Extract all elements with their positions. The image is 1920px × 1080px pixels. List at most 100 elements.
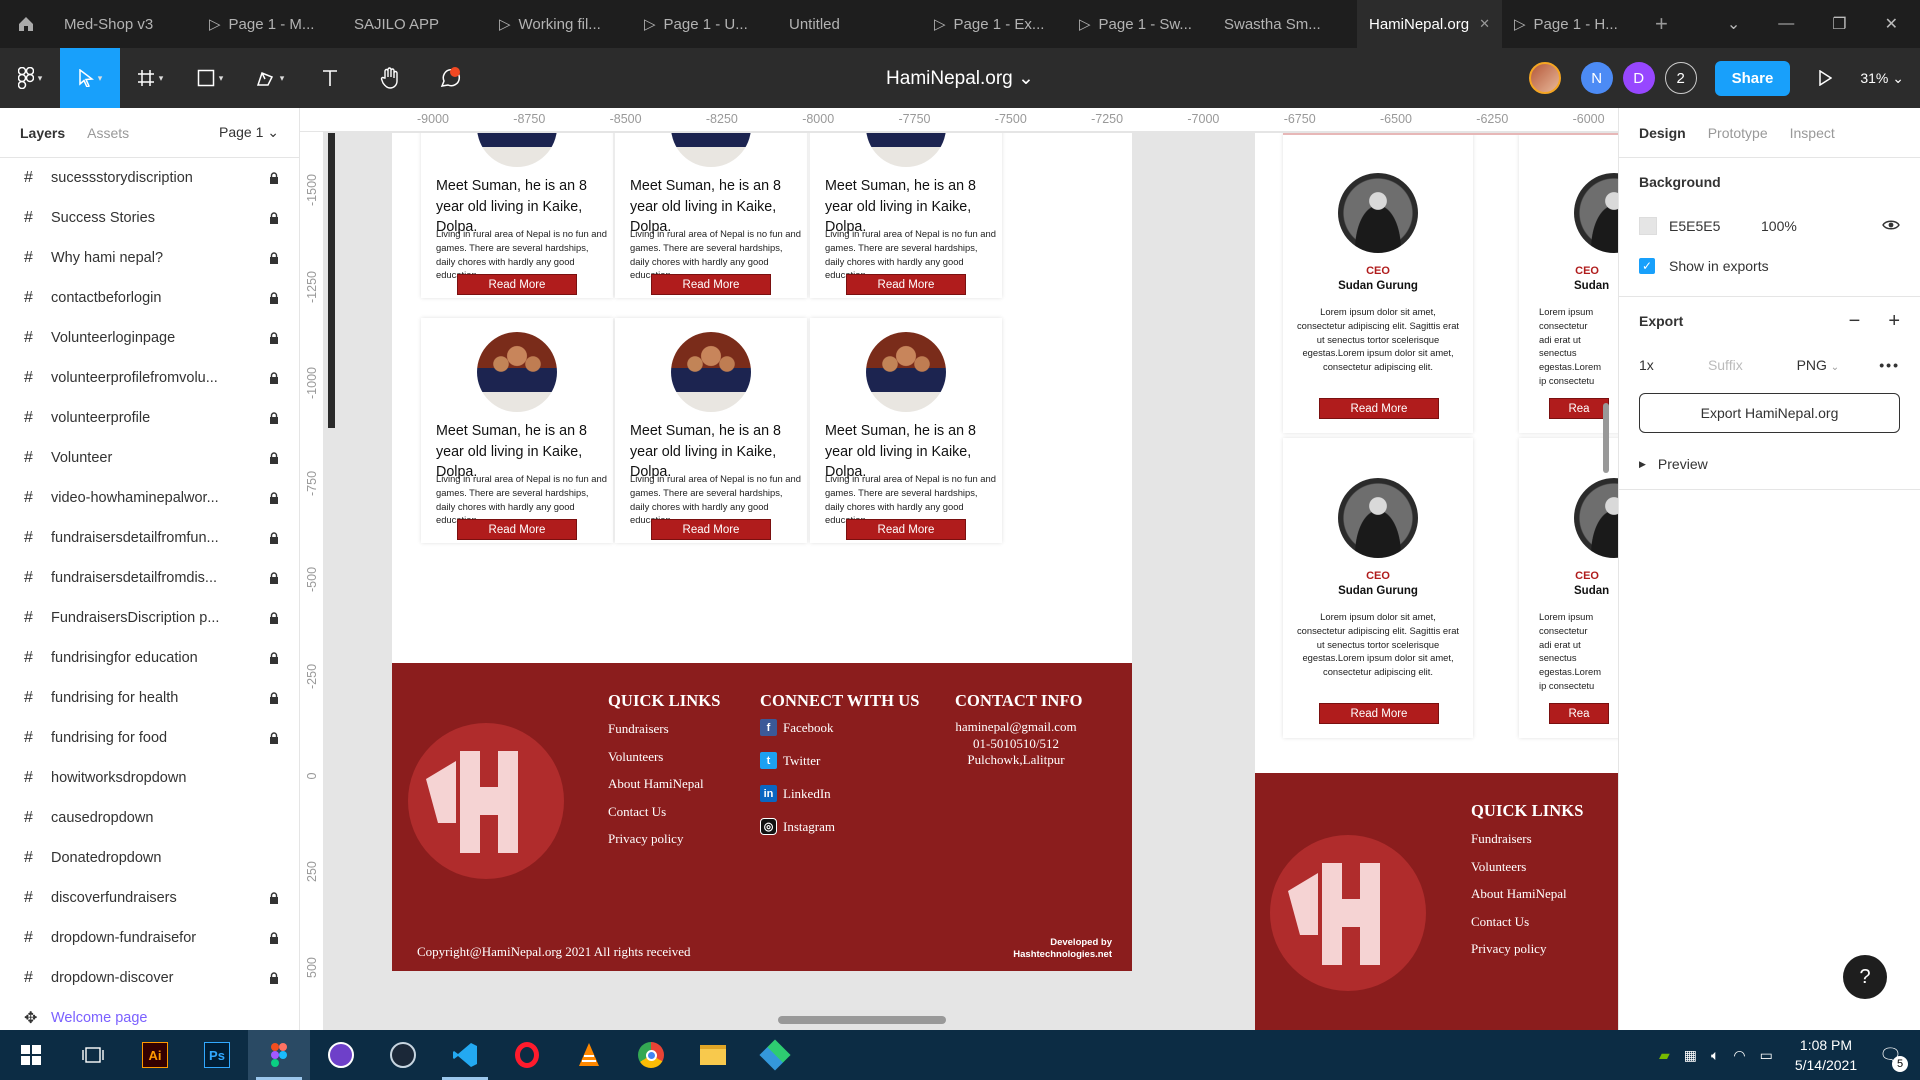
file-tab[interactable]: Untitled <box>777 0 922 48</box>
new-tab-icon[interactable]: + <box>1655 11 1668 37</box>
social-link[interactable]: in LinkedIn <box>760 785 831 802</box>
github-icon[interactable] <box>310 1030 372 1080</box>
canvas[interactable]: Meet Suman, he is an 8 year old living i… <box>325 133 1618 1030</box>
layer-row[interactable]: # fundrisingfor education <box>0 638 299 678</box>
text-tool[interactable] <box>300 48 360 108</box>
horizontal-scrollbar[interactable] <box>778 1016 946 1024</box>
background-opacity[interactable]: 100% <box>1761 218 1797 234</box>
layer-row[interactable]: # fundraisersdetailfromfun... <box>0 518 299 558</box>
play-icon[interactable] <box>1800 70 1850 86</box>
shape-tool[interactable]: ▾ <box>180 48 240 108</box>
remove-export-icon[interactable]: − <box>1849 310 1861 333</box>
footer-link[interactable]: Contact Us <box>608 804 666 820</box>
layer-row[interactable]: # video-howhaminepalwor... <box>0 478 299 518</box>
notifications-icon[interactable]: 🗨︎ 5 <box>1879 1045 1908 1072</box>
layer-row[interactable]: # volunteerprofile <box>0 398 299 438</box>
footer-link[interactable]: Volunteers <box>1471 859 1526 875</box>
vlc-icon[interactable] <box>558 1030 620 1080</box>
git-tool-icon[interactable] <box>744 1030 806 1080</box>
file-tab[interactable]: ▷ Page 1 - M... <box>197 0 342 48</box>
lock-icon[interactable] <box>267 892 281 904</box>
pen-tool[interactable]: ▾ <box>240 48 300 108</box>
lock-icon[interactable] <box>267 732 281 744</box>
tab-assets[interactable]: Assets <box>87 125 129 141</box>
windows-start-icon[interactable] <box>0 1030 62 1080</box>
background-hex[interactable]: E5E5E5 <box>1669 218 1761 234</box>
move-tool[interactable]: ▾ <box>60 48 120 108</box>
lock-icon[interactable] <box>267 692 281 704</box>
footer-link[interactable]: Privacy policy <box>608 831 683 847</box>
nvidia-icon[interactable]: ▰ <box>1659 1047 1670 1064</box>
lock-icon[interactable] <box>267 932 281 944</box>
export-scale[interactable]: 1x <box>1639 357 1708 373</box>
share-button[interactable]: Share <box>1714 60 1791 96</box>
chevron-down-icon[interactable]: ⌄ <box>1727 14 1740 34</box>
lock-icon[interactable] <box>267 372 281 384</box>
eye-icon[interactable] <box>1882 218 1900 234</box>
read-more-button[interactable]: Read More <box>1319 703 1439 724</box>
clock[interactable]: 1:08 PM 5/14/2021 <box>1795 1035 1857 1075</box>
steam-icon[interactable] <box>372 1030 434 1080</box>
social-link[interactable]: t Twitter <box>760 752 820 769</box>
restore-icon[interactable]: ❐ <box>1832 14 1846 34</box>
home-icon[interactable] <box>0 0 52 48</box>
footer-link[interactable]: About HamiNepal <box>1471 886 1567 902</box>
read-more-button[interactable]: Rea <box>1549 398 1609 419</box>
layer-row[interactable]: # dropdown-fundraisefor <box>0 918 299 958</box>
lock-icon[interactable] <box>267 172 281 184</box>
team-frame[interactable]: CEO Sudan Lorem ipsum consectetur adi erat… <box>1255 133 1618 1030</box>
task-view-icon[interactable] <box>62 1030 124 1080</box>
read-more-button[interactable]: Read More <box>457 519 577 540</box>
footer-link[interactable]: Contact Us <box>1471 914 1529 930</box>
footer-link[interactable]: Volunteers <box>608 749 663 765</box>
file-tab[interactable]: ▷ Working fil... <box>487 0 632 48</box>
read-more-button[interactable]: Read More <box>846 274 966 295</box>
close-window-icon[interactable]: ✕ <box>1885 14 1898 34</box>
layer-row[interactable]: # howitworksdropdown <box>0 758 299 798</box>
wifi-icon[interactable]: ◠ <box>1733 1047 1745 1064</box>
layer-row[interactable]: # Donatedropdown <box>0 838 299 878</box>
more-options-icon[interactable]: ••• <box>1879 357 1900 373</box>
read-more-button[interactable]: Read More <box>1319 398 1439 419</box>
vertical-scrollbar[interactable] <box>1603 403 1609 473</box>
figma-taskbar-icon[interactable] <box>248 1030 310 1080</box>
preview-label[interactable]: Preview <box>1658 456 1708 472</box>
file-tab[interactable]: ▷ Page 1 - Ex... <box>922 0 1067 48</box>
file-tab[interactable]: ▷ Page 1 - U... <box>632 0 777 48</box>
tab-inspect[interactable]: Inspect <box>1790 125 1835 141</box>
tab-prototype[interactable]: Prototype <box>1708 125 1768 141</box>
read-more-button[interactable]: Read More <box>651 519 771 540</box>
footer-link[interactable]: Fundraisers <box>1471 831 1532 847</box>
chrome-icon[interactable] <box>620 1030 682 1080</box>
lock-icon[interactable] <box>267 612 281 624</box>
close-tab-icon[interactable]: ✕ <box>1479 16 1490 32</box>
lock-icon[interactable] <box>267 212 281 224</box>
network-app-icon[interactable]: ▦ <box>1684 1047 1697 1064</box>
hand-tool[interactable] <box>360 48 420 108</box>
show-in-exports-checkbox[interactable]: ✓ <box>1639 258 1655 274</box>
opera-icon[interactable] <box>496 1030 558 1080</box>
collaborator-avatar-n[interactable]: N <box>1580 62 1613 94</box>
lock-icon[interactable] <box>267 252 281 264</box>
background-swatch[interactable] <box>1639 217 1657 235</box>
layer-row[interactable]: # fundrising for health <box>0 678 299 718</box>
read-more-button[interactable]: Rea <box>1549 703 1609 724</box>
collaborator-avatar-d[interactable]: D <box>1622 62 1655 94</box>
caret-right-icon[interactable]: ▶ <box>1639 459 1646 470</box>
layer-row[interactable]: # dropdown-discover <box>0 958 299 998</box>
frame-tool[interactable]: ▾ <box>120 48 180 108</box>
layer-row[interactable]: # fundraisersdetailfromdis... <box>0 558 299 598</box>
lock-icon[interactable] <box>267 572 281 584</box>
user-avatar[interactable] <box>1528 62 1561 94</box>
layer-row[interactable]: # sucessstorydiscription <box>0 158 299 198</box>
minimize-icon[interactable]: — <box>1778 15 1794 33</box>
photoshop-icon[interactable]: Ps <box>186 1030 248 1080</box>
layer-row[interactable]: # contactbeforlogin <box>0 278 299 318</box>
lock-icon[interactable] <box>267 452 281 464</box>
layer-row[interactable]: # FundraisersDiscription p... <box>0 598 299 638</box>
social-link[interactable]: f Facebook <box>760 719 834 736</box>
lock-icon[interactable] <box>267 492 281 504</box>
read-more-button[interactable]: Read More <box>846 519 966 540</box>
export-format-select[interactable]: PNG ⌄ <box>1797 357 1880 373</box>
collaborator-count[interactable]: 2 <box>1664 62 1697 94</box>
